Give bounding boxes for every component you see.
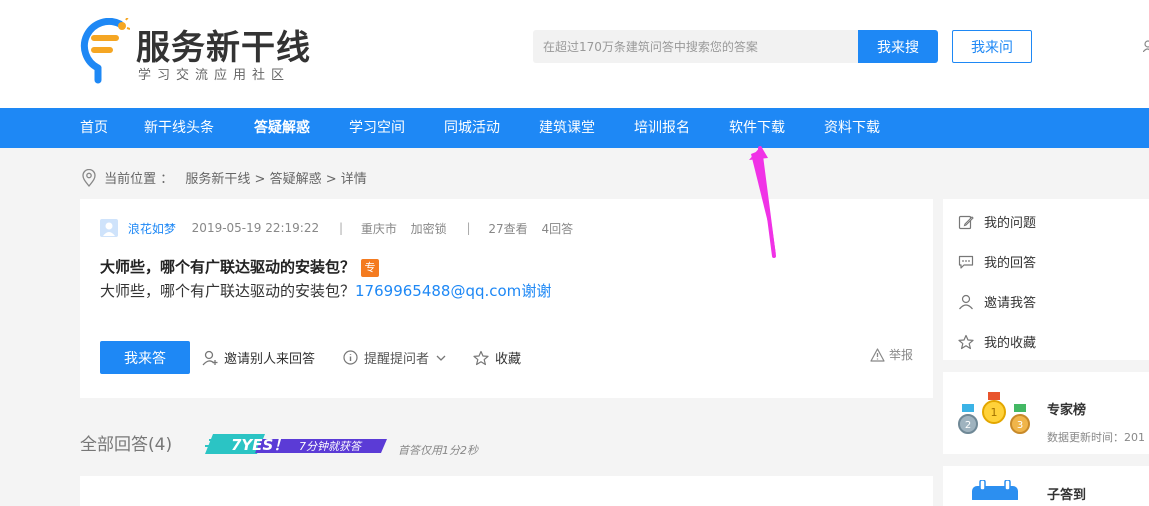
search-button[interactable]: 我来搜 [858,30,938,63]
site-logo[interactable]: 服务新干线 学习交流应用社区 [80,18,320,88]
meta-divider: | [466,221,471,235]
user-icon [959,294,973,309]
logo-bulb-icon [80,18,130,84]
location-pin-icon [82,168,96,187]
answers-list [80,476,933,506]
next-panel-title[interactable]: 子答到 [1047,484,1086,503]
svg-text:1: 1 [991,406,998,419]
question-software: 加密锁 [410,221,447,236]
info-icon [343,350,358,365]
invite-answer-action[interactable]: 邀请别人来回答 [202,348,315,367]
brand-title: 服务新干线 [136,28,311,68]
brand-subtitle: 学习交流应用社区 [138,68,291,83]
nav-item-learning[interactable]: 学习空间 [349,108,405,148]
avatar[interactable] [100,219,118,237]
remind-label: 提醒提问者 [364,352,430,367]
fast-answer-badge: 7YES！ 7分钟就获答 [205,434,387,454]
user-menu-panel: 我的问题 我的回答 邀请我答 我的收藏 [943,199,1149,360]
expert-update-time: 数据更新时间：201 [1047,431,1145,444]
nav-item-software-download[interactable]: 软件下载 [729,108,785,148]
svg-text:2: 2 [965,420,971,431]
sidebar-item-my-questions[interactable]: 我的问题 [958,212,1036,231]
sidebar-item-favorites[interactable]: 我的收藏 [958,332,1036,351]
special-tag-badge: 专 [361,258,380,277]
nav-item-resource-download[interactable]: 资料下载 [824,108,880,148]
chevron-down-icon [436,355,446,361]
question-card: 浪花如梦 2019-05-19 22:19:22 | 重庆市 加密锁 | 27查… [80,199,933,398]
invite-user-icon [202,350,218,365]
question-city: 重庆市 [360,221,397,236]
nav-item-qa[interactable]: 答疑解惑 [254,108,310,148]
collect-label: 收藏 [495,352,522,367]
star-icon [473,350,489,365]
site-header: 服务新干线 学习交流应用社区 我来搜 我来问 [0,0,1149,108]
question-body: 大师些，哪个有广联达驱动的安装包？1769965488@qq.com谢谢 [100,282,552,300]
breadcrumb-path[interactable]: 服务新干线 > 答疑解惑 > 详情 [185,172,366,187]
breadcrumb: 当前位置 ： 服务新干线 > 答疑解惑 > 详情 [82,168,367,187]
question-views: 27查看 [488,221,528,236]
meta-divider: | [338,221,343,235]
report-action[interactable]: 举报 [870,346,913,363]
question-title: 大师些，哪个有广联达驱动的安装包？专 [100,256,380,277]
main-nav: 首页 新干线头条 答疑解惑 学习空间 同城活动 建筑课堂 培训报名 软件下载 资… [0,108,1149,148]
nav-item-home[interactable]: 首页 [80,108,108,148]
expert-ranking-panel: 2 3 1 专家榜 数据更新时间：201 [943,372,1149,454]
user-icon[interactable] [1143,40,1149,52]
question-meta: 浪花如梦 2019-05-19 22:19:22 | 重庆市 加密锁 | 27查… [100,219,583,237]
expert-ranking-title[interactable]: 专家榜 [1047,399,1086,418]
invite-label: 邀请别人来回答 [224,352,316,367]
badge-text: 7分钟就获答 [299,440,363,453]
nav-item-headlines[interactable]: 新干线头条 [144,108,214,148]
badge-big-text: 7YES！ [231,436,288,454]
question-answer-count: 4回答 [541,221,574,236]
nav-item-classroom[interactable]: 建筑课堂 [539,108,595,148]
answer-button[interactable]: 我来答 [100,341,190,374]
comment-icon [958,255,974,269]
email-link[interactable]: 1769965488@qq.com [355,282,521,300]
sidebar-item-my-answers[interactable]: 我的回答 [958,252,1036,271]
nav-item-training[interactable]: 培训报名 [634,108,690,148]
calendar-icon [972,480,1018,500]
ask-question-button[interactable]: 我来问 [952,30,1032,63]
search-input[interactable] [533,30,858,63]
edit-question-icon [958,215,974,229]
answers-heading: 全部回答(4) [80,435,173,455]
medals-icon: 2 3 1 [958,392,1030,434]
next-sidebar-panel: 子答到 [943,466,1149,506]
svg-text:3: 3 [1017,420,1023,431]
sidebar-item-invited[interactable]: 邀请我答 [958,292,1036,311]
remind-asker-action[interactable]: 提醒提问者 [343,348,446,367]
report-label: 举报 [888,348,913,362]
nav-item-events[interactable]: 同城活动 [444,108,500,148]
star-icon [958,334,974,349]
question-datetime: 2019-05-19 22:19:22 [191,221,320,235]
collect-action[interactable]: 收藏 [473,348,521,367]
question-author[interactable]: 浪花如梦 [128,222,176,236]
first-answer-note: 首答仅用1分2秒 [398,444,478,457]
breadcrumb-prefix: 当前位置 ： [104,172,174,187]
warning-icon [870,347,885,362]
